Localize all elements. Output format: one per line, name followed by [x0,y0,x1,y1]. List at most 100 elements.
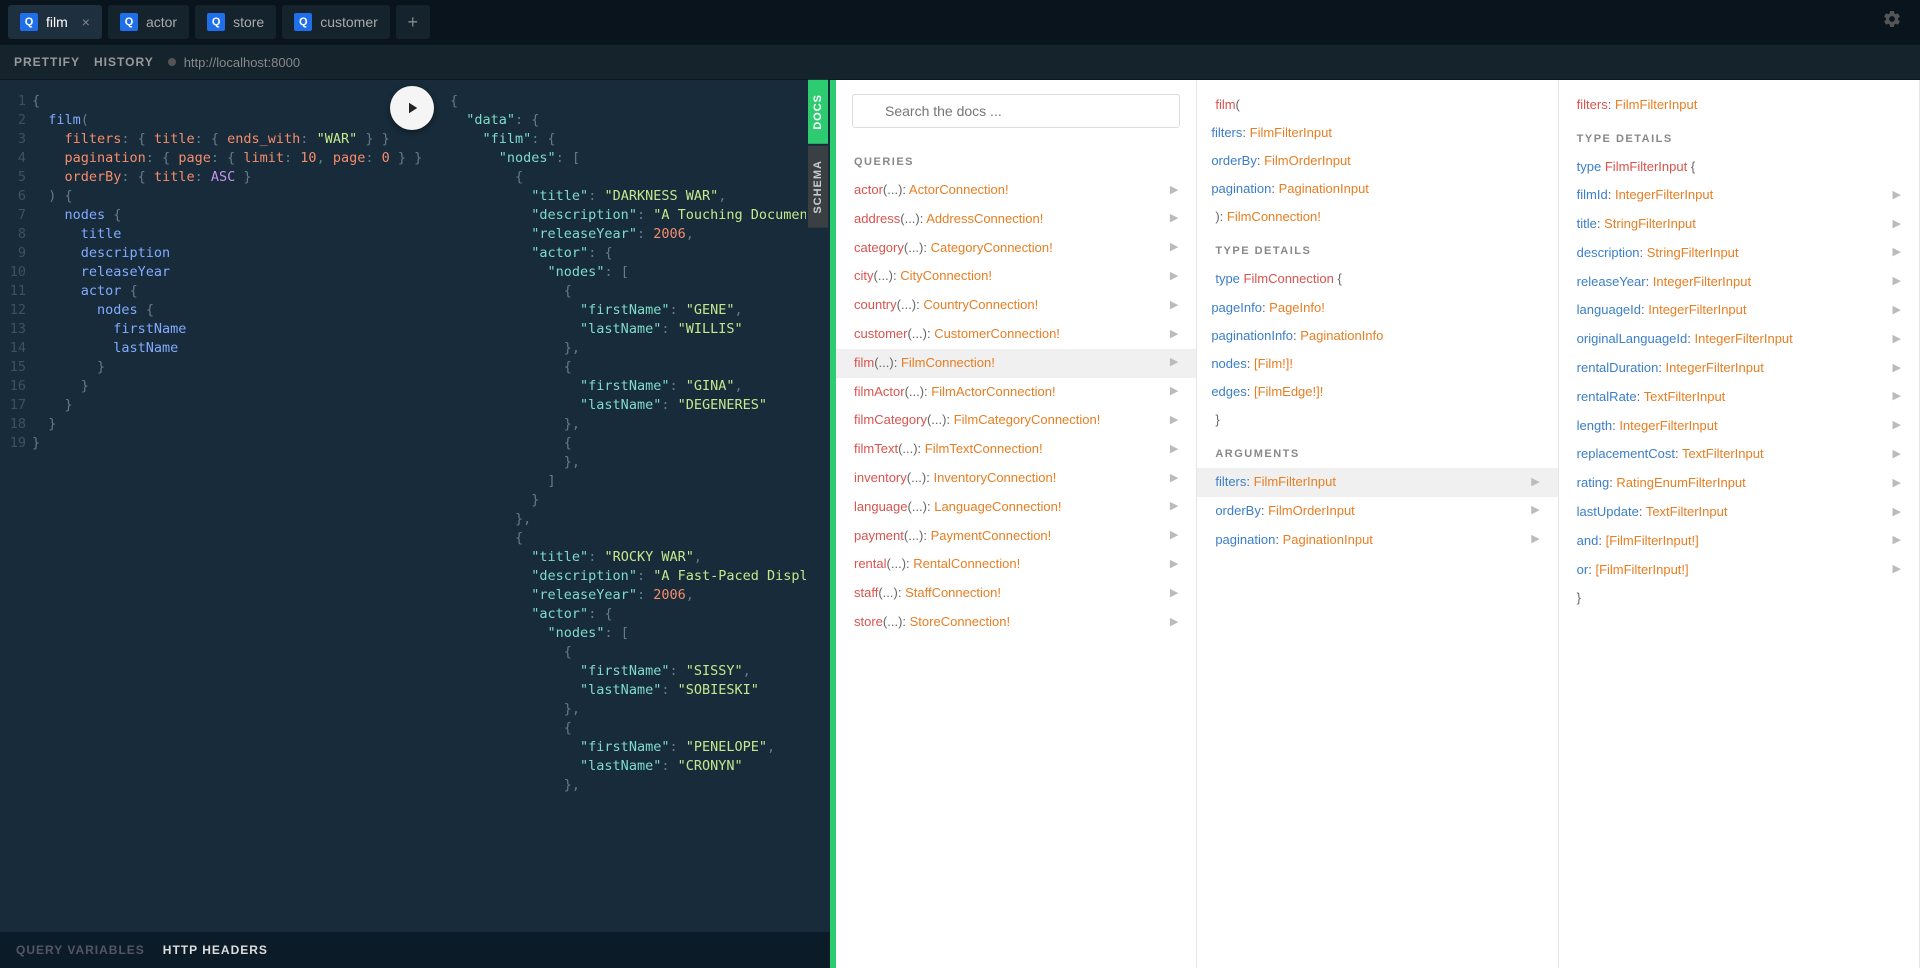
queries-header: QUERIES [836,142,1196,176]
input-field-lastUpdate[interactable]: lastUpdate: TextFilterInput▶ [1559,498,1919,527]
chevron-right-icon: ▶ [1170,556,1178,574]
chevron-right-icon: ▶ [1170,354,1178,372]
tab-store[interactable]: Qstore [195,5,276,39]
arguments-header: ARGUMENTS [1197,434,1557,468]
query-item-city[interactable]: city(...): CityConnection!▶ [836,262,1196,291]
chevron-right-icon: ▶ [1893,244,1901,262]
query-item-staff[interactable]: staff(...): StaffConnection!▶ [836,579,1196,608]
query-item-filmActor[interactable]: filmActor(...): FilmActorConnection!▶ [836,378,1196,407]
input-field-rentalRate[interactable]: rentalRate: TextFilterInput▶ [1559,383,1919,412]
argument-item-filters[interactable]: filters: FilmFilterInput▶ [1197,468,1557,497]
tab-label: store [233,14,264,30]
top-bar: Qfilm×QactorQstoreQcustomer+ [0,0,1920,44]
input-field-rentalDuration[interactable]: rentalDuration: IntegerFilterInput▶ [1559,354,1919,383]
query-item-customer[interactable]: customer(...): CustomerConnection!▶ [836,320,1196,349]
docs-column-type: filters: FilmFilterInput TYPE DETAILS ty… [1559,80,1920,968]
docs-search-input[interactable] [852,94,1180,128]
tab-label: actor [146,14,177,30]
chevron-right-icon: ▶ [1170,614,1178,632]
input-field-replacementCost[interactable]: replacementCost: TextFilterInput▶ [1559,440,1919,469]
argument-item-orderBy[interactable]: orderBy: FilmOrderInput▶ [1197,497,1557,526]
schema-tab[interactable]: SCHEMA [808,146,828,228]
query-item-address[interactable]: address(...): AddressConnection!▶ [836,205,1196,234]
input-field-filmId[interactable]: filmId: IntegerFilterInput▶ [1559,181,1919,210]
chevron-right-icon: ▶ [1893,504,1901,522]
input-field-releaseYear[interactable]: releaseYear: IntegerFilterInput▶ [1559,268,1919,297]
input-field-rating[interactable]: rating: RatingEnumFilterInput▶ [1559,469,1919,498]
type-field[interactable]: paginationInfo: PaginationInfo [1197,322,1557,350]
signature-arg: filters: FilmFilterInput [1197,119,1557,147]
detail-return-type[interactable]: FilmConnection! [1227,209,1321,224]
prettify-button[interactable]: PRETTIFY [14,55,80,69]
query-variables-tab[interactable]: QUERY VARIABLES [16,943,145,957]
chevron-right-icon: ▶ [1170,210,1178,228]
chevron-right-icon: ▶ [1170,268,1178,286]
chevron-right-icon: ▶ [1170,383,1178,401]
query-item-category[interactable]: category(...): CategoryConnection!▶ [836,234,1196,263]
chevron-right-icon: ▶ [1170,239,1178,257]
input-field-languageId[interactable]: languageId: IntegerFilterInput▶ [1559,296,1919,325]
query-code[interactable]: { film( filters: { title: { ends_with: "… [32,80,422,932]
http-headers-tab[interactable]: HTTP HEADERS [163,943,268,957]
tab-actor[interactable]: Qactor [108,5,189,39]
chevron-right-icon: ▶ [1893,561,1901,579]
type-field[interactable]: pageInfo: PageInfo! [1197,294,1557,322]
run-button[interactable] [390,86,434,130]
query-item-inventory[interactable]: inventory(...): InventoryConnection!▶ [836,464,1196,493]
query-icon: Q [294,13,312,31]
query-item-payment[interactable]: payment(...): PaymentConnection!▶ [836,522,1196,551]
breadcrumb-arg: filters [1577,97,1608,112]
chevron-right-icon: ▶ [1170,297,1178,315]
query-item-language[interactable]: language(...): LanguageConnection!▶ [836,493,1196,522]
chevron-right-icon: ▶ [1893,446,1901,464]
history-button[interactable]: HISTORY [94,55,154,69]
type-details-header: TYPE DETAILS [1197,231,1557,265]
input-field-or[interactable]: or: [FilmFilterInput!]▶ [1559,556,1919,585]
query-item-store[interactable]: store(...): StoreConnection!▶ [836,608,1196,637]
chevron-right-icon: ▶ [1170,470,1178,488]
query-item-film[interactable]: film(...): FilmConnection!▶ [836,349,1196,378]
input-field-description[interactable]: description: StringFilterInput▶ [1559,239,1919,268]
chevron-right-icon: ▶ [1170,527,1178,545]
type-field[interactable]: edges: [FilmEdge!]! [1197,378,1557,406]
chevron-right-icon: ▶ [1893,360,1901,378]
docs-tab[interactable]: DOCS [808,80,828,144]
chevron-right-icon: ▶ [1170,498,1178,516]
argument-item-pagination[interactable]: pagination: PaginationInput▶ [1197,526,1557,555]
query-editor[interactable]: 12345678910111213141516171819 { film( fi… [0,80,430,932]
query-item-filmText[interactable]: filmText(...): FilmTextConnection!▶ [836,435,1196,464]
detail-type-name[interactable]: FilmConnection [1244,271,1334,286]
line-gutter: 12345678910111213141516171819 [0,80,32,932]
type-field[interactable]: nodes: [Film!]! [1197,350,1557,378]
chevron-right-icon: ▶ [1531,474,1539,492]
docs-column-detail: film( filters: FilmFilterInputorderBy: F… [1197,80,1558,968]
settings-icon[interactable] [1882,9,1902,35]
chevron-right-icon: ▶ [1893,187,1901,205]
tab-label: customer [320,14,378,30]
input-field-originalLanguageId[interactable]: originalLanguageId: IntegerFilterInput▶ [1559,325,1919,354]
input-field-length[interactable]: length: IntegerFilterInput▶ [1559,412,1919,441]
docs-panel: QUERIES actor(...): ActorConnection!▶add… [836,80,1920,968]
chevron-right-icon: ▶ [1893,417,1901,435]
close-icon[interactable]: × [82,14,90,30]
query-icon: Q [120,13,138,31]
chevron-right-icon: ▶ [1170,326,1178,344]
query-item-filmCategory[interactable]: filmCategory(...): FilmCategoryConnectio… [836,406,1196,435]
chevron-right-icon: ▶ [1170,412,1178,430]
chevron-right-icon: ▶ [1893,388,1901,406]
type-details-header-2: TYPE DETAILS [1559,119,1919,153]
tab-customer[interactable]: Qcustomer [282,5,390,39]
breadcrumb-type[interactable]: FilmFilterInput [1615,97,1697,112]
endpoint-display[interactable]: http://localhost:8000 [168,55,300,70]
input-field-and[interactable]: and: [FilmFilterInput!]▶ [1559,527,1919,556]
tab-film[interactable]: Qfilm× [8,5,102,39]
query-item-actor[interactable]: actor(...): ActorConnection!▶ [836,176,1196,205]
signature-arg: orderBy: FilmOrderInput [1197,147,1557,175]
new-tab-button[interactable]: + [396,5,430,39]
query-item-country[interactable]: country(...): CountryConnection!▶ [836,291,1196,320]
query-item-rental[interactable]: rental(...): RentalConnection!▶ [836,550,1196,579]
tabs: Qfilm×QactorQstoreQcustomer+ [8,5,1882,39]
input-field-title[interactable]: title: StringFilterInput▶ [1559,210,1919,239]
response-viewer[interactable]: { "data": { "film": { "nodes": [ { "titl… [430,80,806,932]
chevron-right-icon: ▶ [1170,441,1178,459]
